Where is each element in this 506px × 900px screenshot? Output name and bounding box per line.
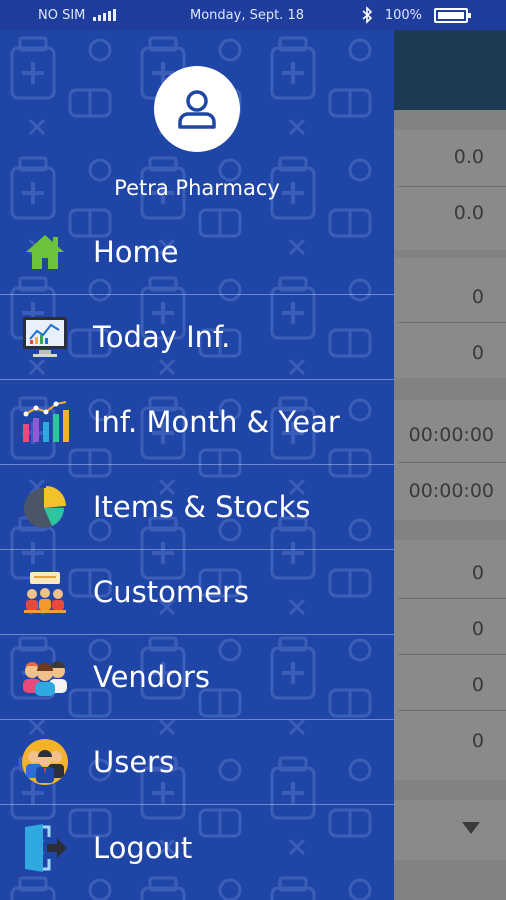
menu-label: Customers — [93, 575, 249, 609]
pie-chart-icon — [24, 486, 66, 528]
bg-value: 0 — [471, 618, 484, 640]
user-icon — [178, 90, 216, 129]
vendors-icon — [23, 661, 67, 696]
menu-item-today-inf[interactable]: Today Inf. — [0, 295, 394, 380]
menu-item-users[interactable]: Users — [0, 720, 394, 805]
menu-label: Logout — [93, 830, 193, 865]
menu-item-vendors[interactable]: Vendors — [0, 635, 394, 720]
battery-icon — [434, 7, 471, 23]
bg-value: 0.0 — [453, 146, 484, 168]
menu-item-customers[interactable]: Customers — [0, 550, 394, 635]
menu-item-inf-month-year[interactable]: Inf. Month & Year — [0, 380, 394, 465]
status-bar: NO SIM Monday, Sept. 18 100% — [0, 0, 506, 30]
bg-value: 0 — [471, 342, 484, 364]
bg-value: 00:00:00 — [408, 480, 494, 502]
menu-label: Vendors — [93, 660, 210, 694]
logout-icon — [25, 823, 67, 872]
avatar[interactable] — [154, 66, 240, 152]
bg-value: 0 — [471, 562, 484, 584]
battery-percent: 100% — [384, 7, 422, 23]
menu-label: Inf. Month & Year — [93, 405, 340, 439]
bg-value: 0 — [471, 730, 484, 752]
bg-value: 00:00:00 — [408, 424, 494, 446]
bar-chart-icon — [23, 401, 69, 442]
signal-icon — [93, 9, 117, 21]
chevron-down-icon[interactable] — [462, 822, 480, 834]
menu-item-logout[interactable]: Logout — [0, 805, 394, 890]
bg-value: 0.0 — [453, 202, 484, 224]
background-header — [394, 30, 506, 110]
navigation-drawer: Petra Pharmacy Home Today Inf. Inf. Mont… — [0, 30, 394, 900]
customers-icon — [24, 572, 66, 613]
home-icon — [26, 235, 64, 269]
menu-item-items-stocks[interactable]: Items & Stocks — [0, 465, 394, 550]
users-icon — [22, 739, 68, 785]
bluetooth-icon — [362, 6, 372, 24]
menu-label: Users — [93, 745, 175, 779]
drawer-menu: Home Today Inf. Inf. Month & Year Items … — [0, 210, 394, 890]
pharmacy-name: Petra Pharmacy — [114, 176, 280, 200]
menu-label: Home — [93, 235, 179, 269]
background-content: 0.0 0.0 0 0 00:00:00 00:00:00 0 0 0 0 — [394, 110, 506, 900]
menu-label: Items & Stocks — [93, 490, 311, 524]
menu-label: Today Inf. — [93, 320, 231, 354]
status-date: Monday, Sept. 18 — [190, 8, 304, 23]
menu-item-home[interactable]: Home — [0, 210, 394, 295]
bg-value: 0 — [471, 674, 484, 696]
monitor-chart-icon — [23, 317, 67, 357]
bg-value: 0 — [471, 286, 484, 308]
carrier-label: NO SIM — [38, 7, 86, 23]
